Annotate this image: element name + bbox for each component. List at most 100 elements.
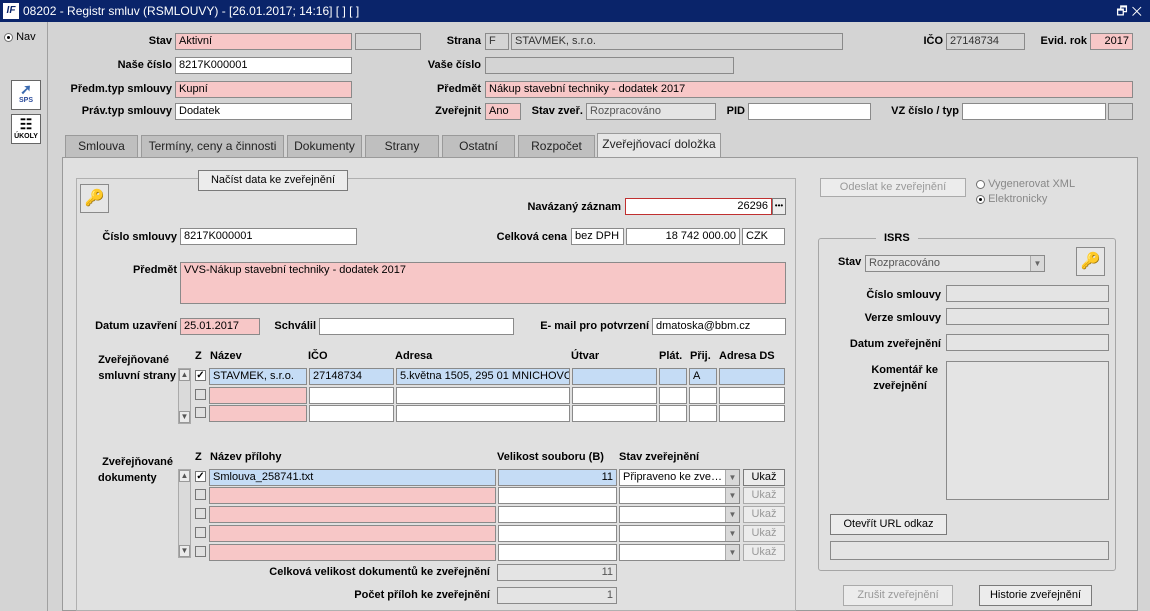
isrs-komentar-field[interactable] [946, 361, 1109, 500]
schvalil-field[interactable] [319, 318, 514, 335]
tab-smlouva[interactable]: Smlouva [65, 135, 138, 157]
tab-rozpocet[interactable]: Rozpočet [518, 135, 595, 157]
zrusit-zverejneni-button[interactable]: Zrušit zveřejnění [843, 585, 953, 606]
doc-row-checkbox[interactable]: ✓ [195, 471, 206, 482]
party-prij-cell[interactable] [689, 387, 717, 404]
vygenerovat-xml-option[interactable]: Vygenerovat XML [976, 178, 1075, 190]
doc-nazev-cell[interactable]: Smlouva_258741.txt [209, 469, 496, 486]
chevron-down-icon[interactable]: ▼ [725, 488, 739, 503]
isrs-verze-field[interactable] [946, 308, 1109, 325]
party-ico-cell[interactable] [309, 387, 394, 404]
odeslat-button[interactable]: Odeslat ke zveřejnění [820, 178, 966, 197]
otevrit-url-button[interactable]: Otevřít URL odkaz [830, 514, 947, 535]
docs-scrollbar[interactable]: ▲ ▼ [178, 469, 191, 558]
party-row-checkbox[interactable]: ✓ [195, 370, 206, 381]
party-nazev-cell[interactable] [209, 387, 307, 404]
navazany-field[interactable]: 26296 [625, 198, 772, 215]
party-prij-cell[interactable] [689, 405, 717, 422]
doc-stav-select[interactable]: ▼ [619, 487, 740, 504]
tab-zverejnovaci-dolozka[interactable]: Zveřejňovací doložka [597, 133, 721, 158]
key-icon[interactable]: 🔑 [80, 184, 109, 213]
party-plat-cell[interactable] [659, 368, 687, 385]
navazany-ellipsis-button[interactable]: ••• [772, 198, 786, 215]
doc-velikost-cell[interactable] [498, 506, 617, 523]
party-adresa-cell[interactable] [396, 405, 570, 422]
ukaz-button[interactable]: Ukaž [743, 506, 785, 523]
ico-field[interactable]: 27148734 [946, 33, 1025, 50]
chevron-down-icon[interactable]: ▼ [725, 545, 739, 560]
vz-type-field[interactable] [1108, 103, 1133, 120]
doc-row-checkbox[interactable] [195, 527, 206, 538]
email-field[interactable]: dmatoska@bbm.cz [652, 318, 786, 335]
chevron-down-icon[interactable]: ▼ [1030, 256, 1044, 271]
chevron-down-icon[interactable]: ▼ [725, 526, 739, 541]
doc-nazev-cell[interactable] [209, 487, 496, 504]
party-utvar-cell[interactable] [572, 387, 657, 404]
doc-velikost-cell[interactable] [498, 487, 617, 504]
stav-field[interactable]: Aktivní [175, 33, 352, 50]
party-adresa-ds-cell[interactable] [719, 405, 785, 422]
tab-terminy[interactable]: Termíny, ceny a činnosti [141, 135, 284, 157]
party-row-checkbox[interactable] [195, 407, 206, 418]
strana-field[interactable]: STAVMEK, s.r.o. [511, 33, 843, 50]
party-plat-cell[interactable] [659, 405, 687, 422]
doc-nazev-cell[interactable] [209, 506, 496, 523]
vase-cislo-field[interactable] [485, 57, 734, 74]
scroll-up-icon[interactable]: ▲ [179, 470, 190, 482]
radio-icon[interactable] [976, 179, 985, 189]
doc-stav-select[interactable]: ▼ [619, 506, 740, 523]
doc-stav-select[interactable]: ▼ [619, 544, 740, 561]
doc-velikost-cell[interactable] [498, 544, 617, 561]
ukaz-button[interactable]: Ukaž [743, 544, 785, 561]
scroll-up-icon[interactable]: ▲ [179, 369, 190, 381]
isrs-key-icon[interactable]: 🔑 [1076, 247, 1105, 276]
tab-ostatni[interactable]: Ostatní [442, 135, 515, 157]
prav-typ-field[interactable]: Dodatek [175, 103, 352, 120]
ukoly-button[interactable]: ☷ ÚKOLY [11, 114, 41, 144]
elektronicky-option[interactable]: Elektronicky [976, 193, 1047, 205]
party-adresa-cell[interactable] [396, 387, 570, 404]
predmet-field[interactable]: VVS-Nákup stavební techniky - dodatek 20… [180, 262, 786, 304]
doc-velikost-cell[interactable]: 11 [498, 469, 617, 486]
ukaz-button[interactable]: Ukaž [743, 525, 785, 542]
ukaz-button[interactable]: Ukaž [743, 487, 785, 504]
isrs-cislo-smlouvy-field[interactable] [946, 285, 1109, 302]
pid-field[interactable] [748, 103, 871, 120]
party-nazev-cell[interactable] [209, 405, 307, 422]
nacist-data-button[interactable]: Načíst data ke zveřejnění [198, 170, 348, 191]
tab-dokumenty[interactable]: Dokumenty [287, 135, 362, 157]
mena-field[interactable]: CZK [742, 228, 785, 245]
scroll-down-icon[interactable]: ▼ [179, 545, 190, 557]
chevron-down-icon[interactable]: ▼ [725, 470, 739, 485]
predmet-header-field[interactable]: Nákup stavební techniky - dodatek 2017 [485, 81, 1133, 98]
zverejnit-field[interactable]: Ano [485, 103, 521, 120]
parties-scrollbar[interactable]: ▲ ▼ [178, 368, 191, 424]
doc-stav-select[interactable]: Připraveno ke zveřejnění ▼ [619, 469, 740, 486]
stav-extra-field[interactable] [355, 33, 421, 50]
url-field[interactable] [830, 541, 1109, 560]
cislo-smlouvy-field[interactable]: 8217K000001 [180, 228, 357, 245]
nav-radio-icon[interactable] [4, 32, 13, 42]
party-utvar-cell[interactable] [572, 405, 657, 422]
doc-row-checkbox[interactable] [195, 489, 206, 500]
nav-radio[interactable]: Nav [4, 31, 36, 43]
doc-row-checkbox[interactable] [195, 546, 206, 557]
party-ico-cell[interactable]: 27148734 [309, 368, 394, 385]
tab-strany[interactable]: Strany [365, 135, 439, 157]
predm-typ-field[interactable]: Kupní [175, 81, 352, 98]
radio-icon[interactable] [976, 194, 985, 204]
stav-zver-field[interactable]: Rozpracováno [586, 103, 716, 120]
celkova-cena-field[interactable]: 18 742 000.00 [626, 228, 740, 245]
doc-row-checkbox[interactable] [195, 508, 206, 519]
party-adresa-cell[interactable]: 5.května 1505, 295 01 MNICHOVO HRADIŠTĚ [396, 368, 570, 385]
party-adresa-ds-cell[interactable] [719, 368, 785, 385]
sps-button[interactable]: ➚ SPS [11, 80, 41, 110]
datum-uzavreni-field[interactable]: 25.01.2017 [180, 318, 260, 335]
celkova-cena-dph-field[interactable]: bez DPH [571, 228, 624, 245]
celkova-velikost-field[interactable]: 11 [497, 564, 617, 581]
doc-stav-select[interactable]: ▼ [619, 525, 740, 542]
isrs-datum-field[interactable] [946, 334, 1109, 351]
party-prij-cell[interactable]: A [689, 368, 717, 385]
evid-rok-field[interactable]: 2017 [1090, 33, 1133, 50]
vz-field[interactable] [962, 103, 1106, 120]
